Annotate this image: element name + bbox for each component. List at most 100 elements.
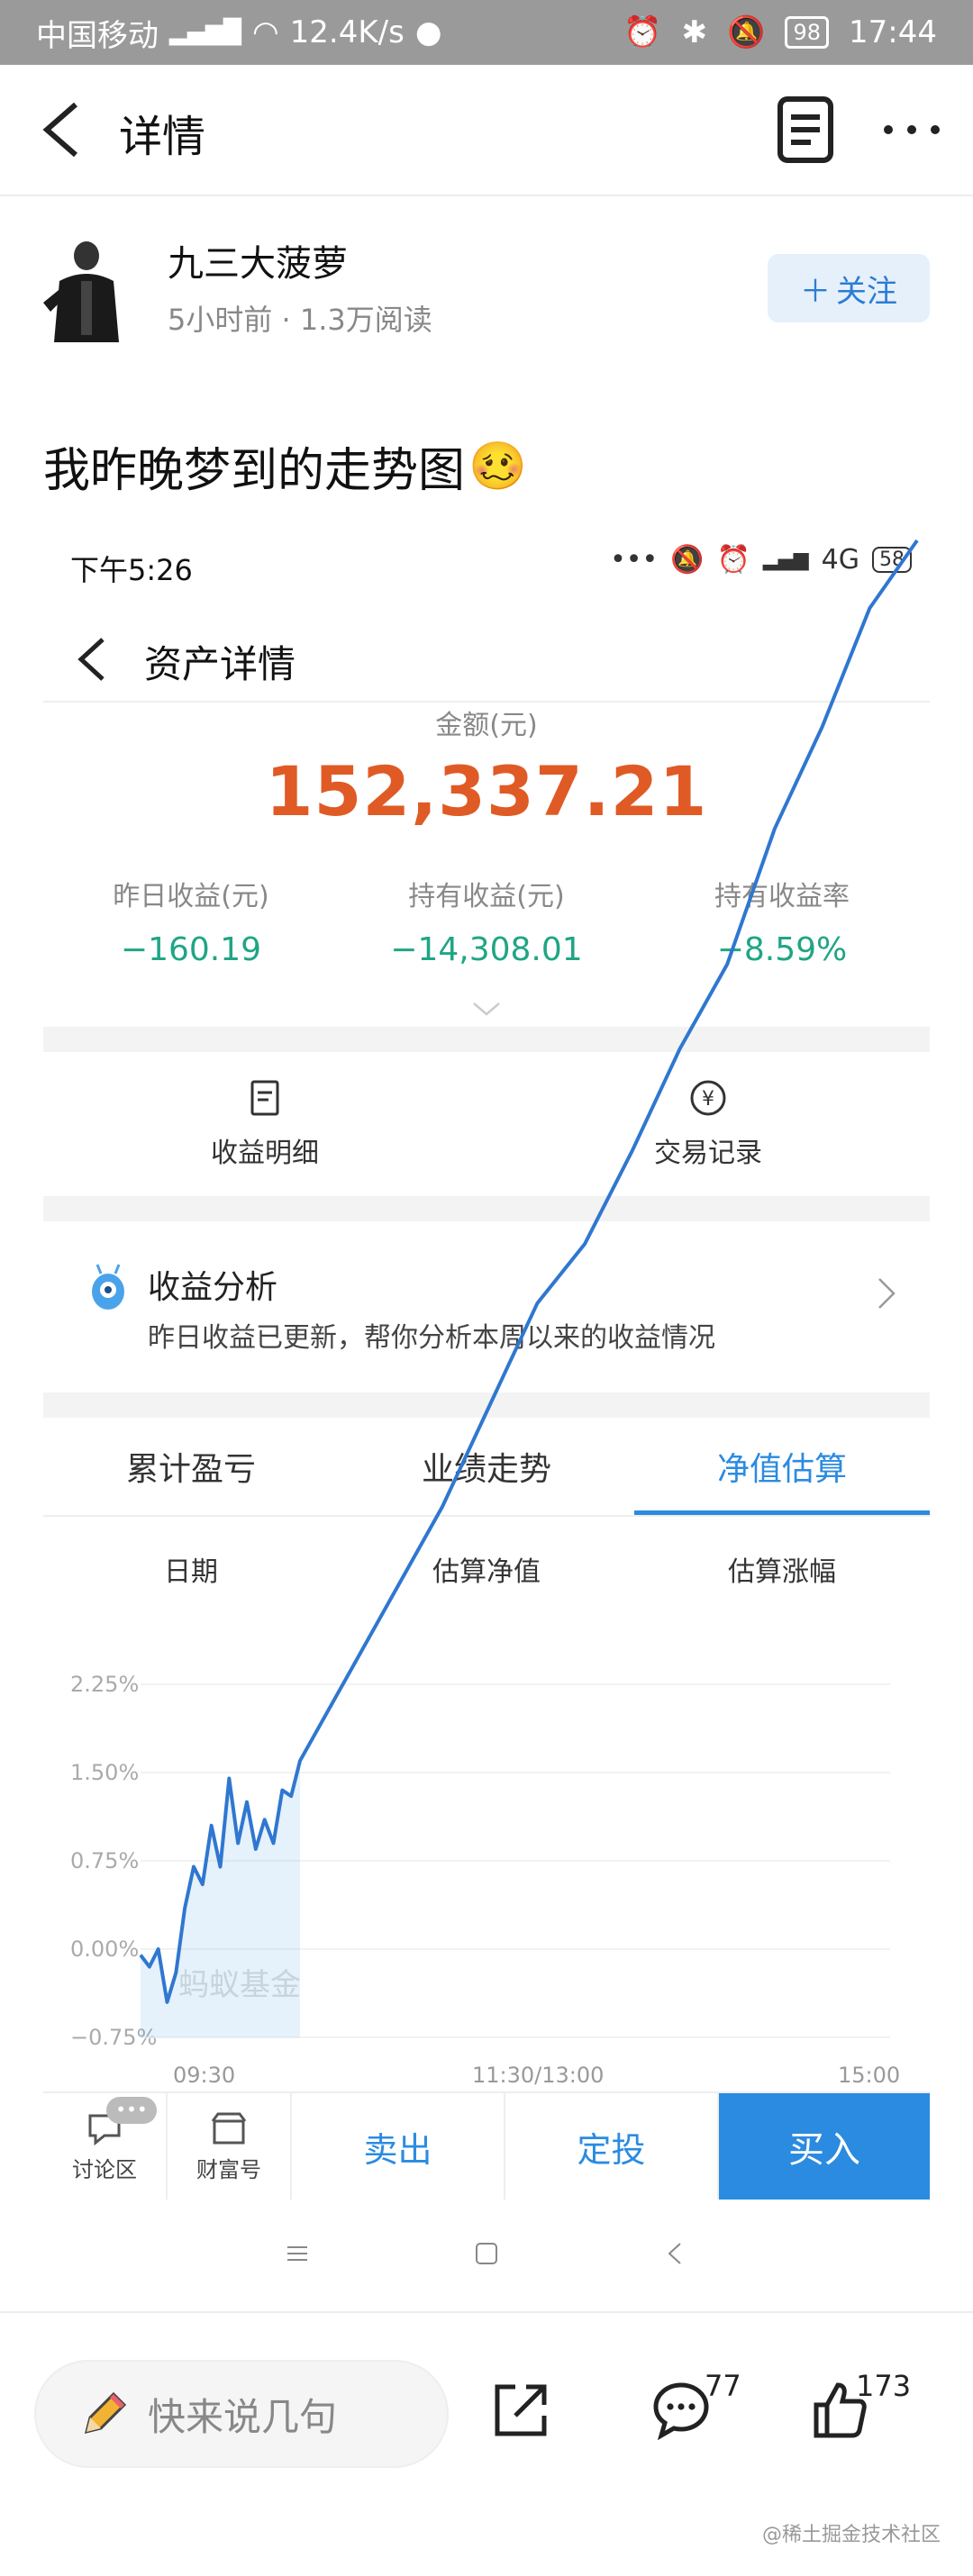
share-icon[interactable] [490,2380,551,2441]
more-options-icon[interactable] [879,113,944,146]
auto-invest-button: 定投 [505,2093,719,2200]
signal-icon: ▂▄▆ [762,549,809,571]
signal-icon: ▂▄▆█ [169,19,241,46]
quick-trade-record: ¥ 交易记录 [486,1052,930,1196]
message-icon: ● [414,14,442,50]
alarm-icon: ⏰ [716,544,750,576]
back-icon [668,2243,681,2264]
stat-label: 持有收益(元) [408,881,565,912]
divider [43,1196,930,1221]
y-tick-label: 2.25% [70,1672,140,1697]
screenshot-system-nav [43,2218,930,2290]
quick-income-detail: 收益明细 [43,1052,486,1196]
stat-value: −14,308.01 [390,931,583,968]
stat-label: 持有收益率 [714,881,850,912]
follow-button[interactable]: ＋ 关注 [768,254,930,322]
post-meta: 5小时前 · 1.3万阅读 [168,303,432,337]
back-arrow-icon [77,638,105,681]
app-header: 详情 [0,65,973,196]
embedded-screenshot[interactable]: 下午5:26 ••• 🔕 ⏰ ▂▄▆ 4G 58 资产详情 金额(元) 152,… [43,522,930,2279]
tab-performance: 业绩走势 [421,1451,551,1488]
divider [43,1392,930,1418]
chevron-right-icon [878,1278,896,1309]
alarm-icon: ⏰ [623,14,662,50]
plus-icon: ＋ [800,273,831,310]
screenshot-time: 下午5:26 [70,553,193,587]
svg-text:¥: ¥ [702,1088,714,1111]
x-tick-label: 11:30/13:00 [472,2063,605,2088]
stat-yesterday: 昨日收益(元) −160.19 [43,874,339,991]
col-nav: 估算净值 [432,1556,541,1588]
footer-watermark: @稀土掘金技术社区 [761,2524,941,2546]
screenshot-title: 资产详情 [144,642,296,686]
clock: 17:44 [849,14,937,50]
stat-value: −8.59% [716,931,848,968]
bluetooth-icon: ✱ [681,14,708,50]
sell-button: 卖出 [292,2093,505,2200]
battery-indicator: 98 [785,16,830,49]
follow-label: 关注 [836,273,897,310]
network-speed: 12.4K/s [289,14,405,50]
back-arrow-icon[interactable] [36,101,90,159]
stat-label: 昨日收益(元) [113,881,269,912]
fund-action-bar: ••• 讨论区 财富号 卖出 定投 买入 [43,2091,930,2200]
quick-label: 收益明细 [211,1138,319,1169]
post-title-row: 我昨晚梦到的走势图 🥴 [43,432,527,500]
mascot-icon [92,1264,124,1310]
yen-icon: ¥ [690,1080,726,1116]
stat-rate: 持有收益率 −8.59% [634,874,930,991]
col-change: 估算涨幅 [728,1556,836,1588]
stat-value: −160.19 [120,931,262,968]
author-name[interactable]: 九三大菠萝 [168,234,348,286]
stat-holding: 持有收益(元) −14,308.01 [339,874,634,991]
buy-button: 买入 [719,2093,930,2200]
author-row: 九三大菠萝 5小时前 · 1.3万阅读 ＋ 关注 [0,198,973,378]
amount-value: 152,337.21 [265,751,708,831]
battery-indicator: 58 [872,547,912,573]
menu-icon [287,2246,307,2261]
comment-count: 77 [705,2369,741,2403]
system-status-bar: 中国移动 ▂▄▆█ ◠ 12.4K/s ● ⏰ ✱ 🔕 98 17:44 [0,0,973,65]
discuss-button: ••• 讨论区 [43,2093,168,2200]
mute-icon: 🔕 [670,544,705,576]
post-title: 我昨晚梦到的走势图 [43,444,466,498]
table-header: 日期 估算净值 估算涨幅 [43,1549,930,1589]
screenshot-nav: 资产详情 [43,603,930,703]
stats-row: 昨日收益(元) −160.19 持有收益(元) −14,308.01 持有收益率… [43,874,930,991]
analysis-subtitle: 昨日收益已更新，帮你分析本周以来的收益情况 [148,1322,715,1354]
network-label: 4G [821,544,859,576]
comment-input[interactable]: 快来说几句 [34,2360,449,2468]
page-title: 详情 [119,112,206,162]
quick-actions: 收益明细 ¥ 交易记录 [43,1052,930,1196]
divider [43,1027,930,1052]
carrier-label: 中国移动 [36,17,159,54]
x-tick-label: 09:30 [173,2063,236,2088]
pencil-icon [84,2391,127,2435]
tab-nav-estimate: 净值估算 [634,1418,930,1515]
dots-icon: ••• [610,544,659,576]
analysis-title: 收益分析 [148,1269,278,1306]
home-icon [476,2243,497,2264]
avatar[interactable] [36,236,130,342]
emoji-icon: 🥴 [468,440,527,494]
screenshot-status-bar: 下午5:26 ••• 🔕 ⏰ ▂▄▆ 4G 58 [43,522,930,603]
badge: ••• [106,2097,157,2124]
quick-label: 交易记录 [654,1138,762,1169]
document-icon [250,1080,279,1116]
wealth-label: 财富号 [196,2156,261,2182]
comment-icon[interactable] [650,2380,712,2441]
x-tick-label: 15:00 [838,2063,901,2088]
discuss-label: 讨论区 [72,2156,137,2182]
tab-cumulative: 累计盈亏 [125,1451,256,1488]
mute-icon: 🔕 [727,14,766,50]
col-date: 日期 [164,1556,218,1588]
income-analysis: 收益分析 昨日收益已更新，帮你分析本周以来的收益情况 [43,1221,930,1392]
amount-label: 金额(元) [435,710,538,741]
wealth-button: 财富号 [168,2093,292,2200]
watermark: 蚂蚁基金 [178,1967,301,2003]
chart-tabs: 累计盈亏 业绩走势 净值估算 [43,1418,930,1517]
document-icon[interactable] [771,94,840,166]
y-tick-label: 0.00% [70,1937,140,1962]
y-tick-label: 1.50% [70,1760,140,1785]
y-tick-label: 0.75% [70,1848,140,1873]
